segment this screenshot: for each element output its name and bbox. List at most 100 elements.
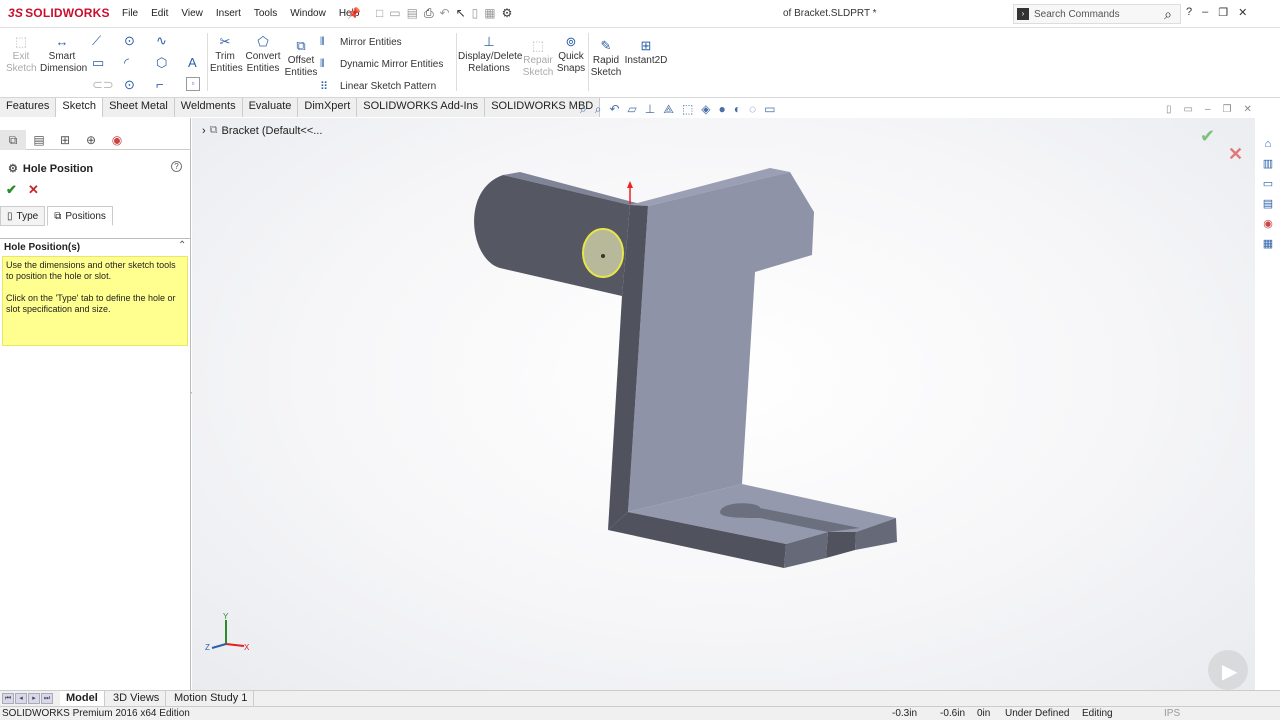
instant2d-button[interactable]: ⊞ Instant2D	[624, 39, 668, 67]
search-icon[interactable]: ⌕	[1164, 6, 1172, 23]
tab-addins[interactable]: SOLIDWORKS Add-Ins	[357, 98, 486, 117]
options-gear-icon[interactable]: ⚙	[502, 6, 513, 21]
viewport-tile-icon[interactable]: ▯	[1166, 104, 1172, 115]
text-icon[interactable]: A	[188, 55, 197, 70]
tab-sheet-metal[interactable]: Sheet Metal	[103, 98, 175, 117]
propertymanager-icon[interactable]: ▤	[26, 130, 52, 150]
tab-sketch[interactable]: Sketch	[56, 98, 104, 117]
dimxpertmanager-icon[interactable]: ⊕	[78, 130, 104, 150]
confirmation-cancel-icon[interactable]: ✕	[1228, 144, 1243, 165]
section-view-icon[interactable]: ▱	[628, 102, 637, 117]
menu-insert[interactable]: Insert	[216, 8, 241, 19]
point-icon[interactable]: ⊙	[124, 77, 135, 93]
minimize-button[interactable]: –	[1202, 6, 1208, 19]
last-tab-icon[interactable]: ⏭	[41, 693, 53, 704]
rectangle-icon[interactable]: ▭	[92, 55, 104, 71]
pin-icon[interactable]: 📌	[347, 7, 361, 20]
restore-button[interactable]: ❐	[1218, 6, 1228, 19]
viewport-close-icon[interactable]: ✕	[1244, 104, 1252, 115]
circle-icon[interactable]: ⊙	[124, 33, 135, 49]
undo-icon[interactable]: ↶	[440, 6, 450, 21]
hole-position-point[interactable]	[582, 228, 624, 278]
arc-icon[interactable]: ◜	[124, 55, 129, 71]
polygon-icon[interactable]: ⬡	[156, 55, 167, 71]
file-properties-icon[interactable]: ▦	[484, 6, 495, 21]
chevron-up-icon[interactable]: ⌃	[178, 240, 186, 251]
close-button[interactable]: ✕	[1238, 6, 1247, 19]
tab-dimxpert[interactable]: DimXpert	[298, 98, 358, 117]
view-palette-icon[interactable]: ▤	[1260, 196, 1276, 212]
menu-edit[interactable]: Edit	[151, 8, 168, 19]
zoom-to-area-icon[interactable]: ⌕	[595, 102, 602, 117]
menu-window[interactable]: Window	[290, 8, 326, 19]
linear-pattern-button[interactable]: ⠿ Linear Sketch Pattern	[320, 80, 436, 93]
help-icon[interactable]: ?	[171, 161, 182, 172]
convert-entities-button[interactable]: ⬠ Convert Entities	[244, 35, 282, 75]
print-icon[interactable]: ⎙	[424, 6, 434, 21]
zoom-to-fit-icon[interactable]: ⌕	[580, 102, 587, 117]
new-icon[interactable]: □	[376, 6, 383, 21]
confirmation-ok-icon[interactable]: ✔	[1200, 126, 1215, 147]
exit-sketch-button[interactable]: ⬚ Exit Sketch	[6, 35, 37, 75]
sketch-point[interactable]	[601, 254, 605, 258]
tab-features[interactable]: Features	[0, 98, 57, 117]
bracket-model[interactable]	[192, 118, 1255, 690]
quick-snaps-button[interactable]: ⊚ Quick Snaps	[556, 35, 586, 75]
edit-appearance-icon[interactable]: ●	[719, 102, 726, 117]
graphics-area[interactable]: › ⧉ Bracket (Default<<... ✔ ✕ Y X Z ▶	[192, 118, 1255, 690]
display-style-icon[interactable]: ⬚	[682, 102, 693, 117]
tab-model[interactable]: Model	[60, 691, 105, 707]
mirror-entities-button[interactable]: ⫴ Mirror Entities	[320, 36, 402, 49]
solidworks-logo[interactable]: 3S SOLIDWORKS	[8, 6, 110, 20]
rebuild-icon[interactable]: ▯	[472, 6, 479, 21]
viewport-expand-icon[interactable]: ▭	[1184, 104, 1193, 115]
viewport-restore-icon[interactable]: ❐	[1223, 104, 1232, 115]
rapid-sketch-button[interactable]: ✎ Rapid Sketch	[590, 39, 622, 79]
custom-properties-icon[interactable]: ▦	[1260, 236, 1276, 252]
home-icon[interactable]: ⌂	[1260, 136, 1276, 152]
first-tab-icon[interactable]: ⏮	[2, 693, 14, 704]
view-settings-icon[interactable]: ◌	[749, 102, 756, 117]
select-icon[interactable]: ↖	[456, 6, 466, 21]
spline-icon[interactable]: ∿	[156, 33, 167, 49]
repair-sketch-button[interactable]: ⬚ Repair Sketch	[522, 39, 554, 79]
displaymanager-icon[interactable]: ◉	[104, 130, 130, 150]
feature-tree-flyout[interactable]: › ⧉ Bracket (Default<<...	[202, 124, 322, 137]
tab-positions[interactable]: ⧉ Positions	[47, 206, 113, 226]
prev-tab-icon[interactable]: ◂	[15, 693, 27, 704]
search-commands-input[interactable]: › Search Commands ⌕	[1013, 4, 1181, 24]
tab-evaluate[interactable]: Evaluate	[242, 98, 299, 117]
tab-3d-views[interactable]: 3D Views	[107, 691, 167, 707]
dynamic-annotation-icon[interactable]: ⊥	[645, 102, 655, 117]
cancel-button[interactable]: ✕	[28, 182, 39, 198]
play-overlay-button[interactable]: ▶	[1208, 650, 1248, 690]
configurationmanager-icon[interactable]: ⊞	[52, 130, 78, 150]
viewport-minimize-icon[interactable]: –	[1205, 104, 1211, 115]
hole-positions-section[interactable]: Hole Position(s) ⌃	[0, 238, 191, 254]
smart-dimension-button[interactable]: ↔ Smart Dimension	[40, 35, 87, 75]
dynamic-mirror-button[interactable]: ⫴ Dynamic Mirror Entities	[320, 58, 443, 71]
hide-show-icon[interactable]: ◈	[701, 102, 710, 117]
menu-tools[interactable]: Tools	[254, 8, 277, 19]
tab-motion-study[interactable]: Motion Study 1	[168, 691, 255, 707]
unit-system[interactable]: IPS	[1164, 708, 1180, 719]
save-icon[interactable]: ▤	[407, 6, 418, 21]
menu-file[interactable]: File	[122, 8, 138, 19]
display-delete-relations-button[interactable]: ⊥ Display/Delete Relations	[458, 35, 522, 75]
fillet-icon[interactable]: ⌐	[156, 77, 164, 92]
previous-view-icon[interactable]: ↶	[609, 102, 619, 117]
view-orientation-icon[interactable]: ⟁	[663, 102, 674, 117]
next-tab-icon[interactable]: ▸	[28, 693, 40, 704]
help-icon[interactable]: ?	[1186, 6, 1192, 19]
ok-button[interactable]: ✔	[6, 182, 17, 198]
line-icon[interactable]: ⟋	[92, 33, 101, 49]
featuremanager-tree-icon[interactable]: ⧉	[0, 130, 26, 150]
open-icon[interactable]: ▭	[389, 6, 400, 21]
design-library-icon[interactable]: ▥	[1260, 156, 1276, 172]
apply-scene-icon[interactable]: ◐	[734, 102, 741, 117]
tab-weldments[interactable]: Weldments	[174, 98, 243, 117]
expand-arrow-icon[interactable]: ›	[202, 125, 206, 137]
appearances-icon[interactable]: ◉	[1260, 216, 1276, 232]
slot-icon[interactable]: ⊂⊃	[92, 77, 114, 93]
trim-entities-button[interactable]: ✂ Trim Entities	[210, 35, 243, 75]
